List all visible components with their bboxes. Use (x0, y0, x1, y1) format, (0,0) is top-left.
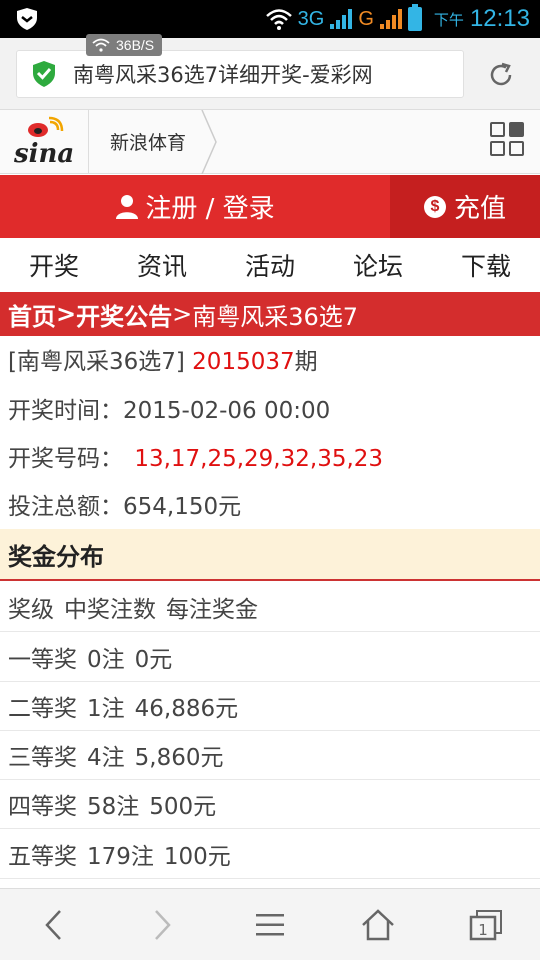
chevron-left-icon (45, 909, 61, 940)
table-row: 二等奖 1注 46,886元 (0, 681, 540, 731)
nav-item-news[interactable]: 资讯 (108, 238, 216, 292)
breadcrumb-separator: > (172, 300, 193, 328)
home-icon (362, 908, 394, 940)
table-row: 五等奖 179注 100元 (0, 829, 540, 879)
prize-count: 179注 (87, 843, 154, 870)
issue-number: 2015037 (192, 349, 295, 375)
breadcrumb-home[interactable]: 首页 (8, 297, 56, 332)
battery-icon (407, 4, 422, 31)
total-bet-row: 投注总额：654,150元 (8, 487, 241, 521)
breadcrumb-separator: > (56, 300, 77, 328)
prize-table-header: 奖级 中奖注数 每注奖金 (0, 582, 540, 632)
signal-2-icon (379, 9, 402, 29)
draw-numbers-row: 开奖号码： 13,17,25,29,32,35,23 (8, 439, 383, 473)
draw-time-value: 2015-02-06 00:00 (123, 398, 331, 424)
tab-count: 1 (478, 921, 488, 939)
issue-row: [南粤风采36选7] 2015037期 (8, 342, 318, 376)
clock: 12:13 (469, 5, 530, 32)
breadcrumb-announcement[interactable]: 开奖公告 (76, 297, 172, 332)
prize-amount: 500元 (149, 793, 217, 820)
prize-amount: 46,886元 (134, 695, 239, 722)
prize-count: 1注 (87, 695, 125, 722)
browser-toolbar: 1 (0, 888, 540, 960)
prize-level: 二等奖 (8, 695, 77, 722)
svg-text:sina: sina (13, 139, 74, 168)
divider (88, 110, 89, 174)
time-period-label: 下午 (433, 10, 464, 29)
table-row: 三等奖 4注 5,860元 (0, 730, 540, 780)
prize-amount: 5,860元 (134, 744, 224, 771)
network-speed-badge: 36B/S (86, 34, 163, 56)
signal-1-icon (330, 9, 353, 29)
prize-count: 0注 (87, 646, 125, 673)
forward-button[interactable] (108, 889, 216, 960)
dollar-icon: $ (423, 195, 446, 218)
sina-logo[interactable]: sina (12, 116, 78, 168)
nav-item-draw[interactable]: 开奖 (0, 238, 108, 292)
header-level: 奖级 (8, 596, 54, 623)
breadcrumb: 首页 > 开奖公告 > 南粤风采36选7 (0, 292, 540, 336)
grid-menu-icon[interactable] (490, 122, 526, 158)
status-bar: 3G G 下午 12:13 (0, 0, 540, 38)
tabs-icon: 1 (469, 909, 502, 940)
back-button[interactable] (0, 889, 108, 960)
total-bet-label: 投注总额： (8, 494, 123, 520)
sina-header: sina 新浪体育 (0, 110, 540, 174)
main-nav: 开奖 资讯 活动 论坛 下载 (0, 238, 540, 292)
wifi-icon (92, 38, 110, 52)
issue-suffix: 期 (294, 349, 318, 375)
network-speed-text: 36B/S (116, 37, 155, 53)
recharge-label: 充值 (453, 194, 506, 224)
chevron-right-icon (155, 909, 171, 940)
draw-numbers-label: 开奖号码： (8, 446, 123, 472)
nav-item-download[interactable]: 下载 (432, 238, 540, 292)
breadcrumb-current: 南粤风采36选7 (192, 302, 359, 331)
prize-amount: 0元 (134, 646, 173, 673)
draw-time-label: 开奖时间： (8, 398, 123, 424)
user-icon (116, 194, 139, 219)
prize-level: 五等奖 (8, 843, 77, 870)
header-amount: 每注奖金 (166, 596, 258, 623)
recharge-button[interactable]: $ 充值 (390, 175, 540, 238)
draw-time-row: 开奖时间：2015-02-06 00:00 (8, 391, 330, 425)
table-row: 四等奖 58注 500元 (0, 779, 540, 829)
table-row: 一等奖 0注 0元 (0, 632, 540, 682)
prize-count: 4注 (87, 744, 125, 771)
prize-level: 三等奖 (8, 744, 77, 771)
menu-button[interactable] (216, 889, 324, 960)
header-count: 中奖注数 (64, 596, 156, 623)
network-g-label: G (358, 7, 374, 30)
nav-item-forum[interactable]: 论坛 (324, 238, 432, 292)
prize-count: 58注 (87, 793, 140, 820)
total-bet-value: 654,150元 (123, 494, 242, 520)
register-login-button[interactable]: 注册 / 登录 (0, 175, 390, 238)
tabs-button[interactable]: 1 (432, 889, 540, 960)
url-field[interactable]: 南粤风采36选7详细开奖-爱彩网 (16, 50, 464, 98)
draw-numbers-value: 13,17,25,29,32,35,23 (134, 446, 384, 472)
page-title-text: 南粤风采36选7详细开奖-爱彩网 (73, 63, 373, 87)
wifi-icon (265, 9, 292, 30)
menu-icon (256, 913, 284, 935)
secure-shield-icon (33, 61, 55, 87)
network-3g-label: 3G (297, 7, 325, 30)
prize-section-title: 奖金分布 (0, 529, 540, 581)
chevron-right-icon (201, 110, 217, 174)
channel-link[interactable]: 新浪体育 (110, 128, 186, 155)
login-bar: 注册 / 登录 $ 充值 (0, 175, 540, 238)
prize-amount: 100元 (163, 843, 231, 870)
nav-item-events[interactable]: 活动 (216, 238, 324, 292)
reload-icon (490, 62, 512, 86)
lottery-name: [南粤风采36选7] (8, 349, 185, 375)
prize-level: 四等奖 (8, 793, 77, 820)
home-button[interactable] (324, 889, 432, 960)
register-login-label: 注册 / 登录 (145, 194, 275, 224)
prize-level: 一等奖 (8, 646, 77, 673)
shield-icon (17, 8, 37, 30)
reload-button[interactable] (482, 56, 520, 94)
